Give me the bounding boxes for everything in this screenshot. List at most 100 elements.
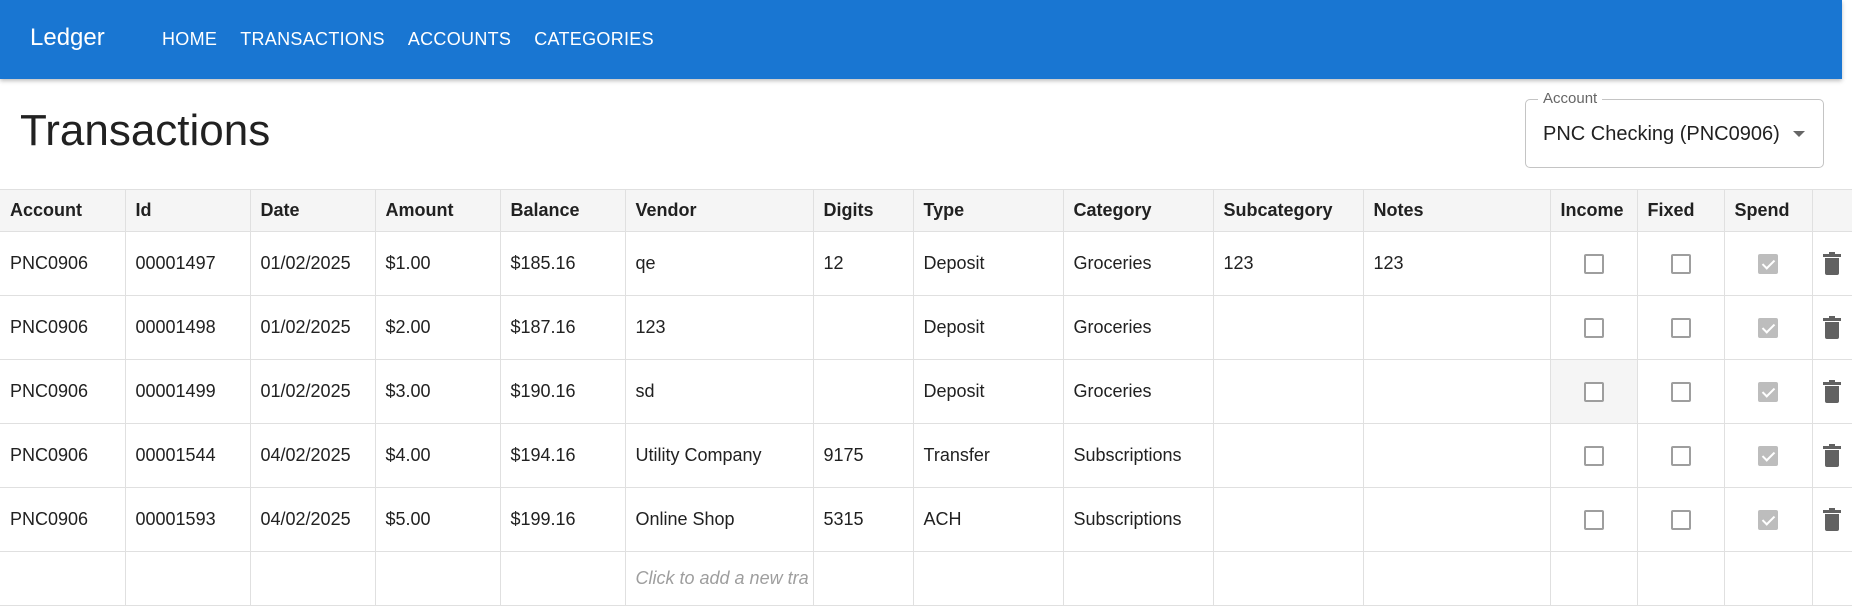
table-row[interactable]: PNC0906 00001497 01/02/2025 $1.00 $185.16 qe 1… xyxy=(0,231,1852,296)
income-checkbox[interactable] xyxy=(1583,446,1604,467)
column-header-amount[interactable]: Amount xyxy=(375,189,501,232)
column-header-balance[interactable]: Balance xyxy=(500,189,626,232)
cell-amount[interactable]: $5.00 xyxy=(375,487,501,552)
column-header-category[interactable]: Category xyxy=(1063,189,1214,232)
cell-type[interactable]: Deposit xyxy=(913,359,1064,424)
income-checkbox[interactable] xyxy=(1583,510,1604,531)
column-header-type[interactable]: Type xyxy=(913,189,1064,232)
column-header-spend[interactable]: Spend xyxy=(1724,189,1813,232)
cell-notes[interactable] xyxy=(1363,423,1551,488)
column-header-notes[interactable]: Notes xyxy=(1363,189,1551,232)
fixed-checkbox[interactable] xyxy=(1670,254,1691,275)
column-header-digits[interactable]: Digits xyxy=(813,189,914,232)
trash-icon[interactable] xyxy=(1823,315,1841,340)
cell-date[interactable]: 01/02/2025 xyxy=(250,359,376,424)
cell-vendor[interactable]: 123 xyxy=(625,295,814,360)
cell-amount[interactable]: $1.00 xyxy=(375,231,501,296)
app-title[interactable]: Ledger xyxy=(30,24,105,52)
cell-type[interactable]: Deposit xyxy=(913,295,1064,360)
column-header-income[interactable]: Income xyxy=(1550,189,1638,232)
cell-digits[interactable] xyxy=(813,359,914,424)
trash-icon[interactable] xyxy=(1823,379,1841,404)
cell-vendor[interactable]: Utility Company xyxy=(625,423,814,488)
cell-account[interactable]: PNC0906 xyxy=(0,487,126,552)
cell-subcategory[interactable] xyxy=(1213,423,1364,488)
column-header-id[interactable]: Id xyxy=(125,189,251,232)
cell-subcategory[interactable]: 123 xyxy=(1213,231,1364,296)
cell-balance[interactable]: $187.16 xyxy=(500,295,626,360)
cell-date[interactable]: 04/02/2025 xyxy=(250,423,376,488)
cell-id[interactable]: 00001544 xyxy=(125,423,251,488)
column-header-account[interactable]: Account xyxy=(0,189,126,232)
fixed-checkbox[interactable] xyxy=(1670,382,1691,403)
cell-vendor[interactable]: Online Shop xyxy=(625,487,814,552)
column-header-date[interactable]: Date xyxy=(250,189,376,232)
cell-amount[interactable]: $3.00 xyxy=(375,359,501,424)
cell-notes[interactable] xyxy=(1363,359,1551,424)
cell-subcategory[interactable] xyxy=(1213,359,1364,424)
cell-balance[interactable]: $199.16 xyxy=(500,487,626,552)
cell-account[interactable]: PNC0906 xyxy=(0,359,126,424)
nav-home[interactable]: HOME xyxy=(162,29,217,50)
add-transaction-placeholder[interactable]: Click to add a new tra xyxy=(625,551,814,606)
cell-digits[interactable]: 9175 xyxy=(813,423,914,488)
column-header-subcategory[interactable]: Subcategory xyxy=(1213,189,1364,232)
cell-category[interactable]: Groceries xyxy=(1063,359,1214,424)
cell-category[interactable]: Subscriptions xyxy=(1063,423,1214,488)
nav-accounts[interactable]: ACCOUNTS xyxy=(408,29,511,50)
cell-amount[interactable]: $4.00 xyxy=(375,423,501,488)
trash-icon[interactable] xyxy=(1823,251,1841,276)
nav-transactions[interactable]: TRANSACTIONS xyxy=(240,29,385,50)
cell-digits[interactable]: 5315 xyxy=(813,487,914,552)
cell-date[interactable]: 01/02/2025 xyxy=(250,231,376,296)
cell-account[interactable]: PNC0906 xyxy=(0,295,126,360)
income-checkbox[interactable] xyxy=(1583,318,1604,339)
spend-checkbox[interactable] xyxy=(1758,318,1778,339)
column-header-fixed[interactable]: Fixed xyxy=(1637,189,1725,232)
cell-id[interactable]: 00001497 xyxy=(125,231,251,296)
table-row[interactable]: PNC0906 00001593 04/02/2025 $5.00 $199.16 Onl… xyxy=(0,487,1852,552)
fixed-checkbox[interactable] xyxy=(1670,318,1691,339)
cell-balance[interactable]: $185.16 xyxy=(500,231,626,296)
trash-icon[interactable] xyxy=(1823,443,1841,468)
table-row[interactable]: PNC0906 00001498 01/02/2025 $2.00 $187.16 123… xyxy=(0,295,1852,360)
cell-amount[interactable]: $2.00 xyxy=(375,295,501,360)
cell-notes[interactable] xyxy=(1363,487,1551,552)
cell-type[interactable]: ACH xyxy=(913,487,1064,552)
cell-balance[interactable]: $194.16 xyxy=(500,423,626,488)
cell-category[interactable]: Groceries xyxy=(1063,295,1214,360)
trash-icon[interactable] xyxy=(1823,507,1841,532)
account-select[interactable]: Account PNC Checking (PNC0906) xyxy=(1525,90,1824,168)
cell-id[interactable]: 00001499 xyxy=(125,359,251,424)
cell-account[interactable]: PNC0906 xyxy=(0,231,126,296)
cell-id[interactable]: 00001498 xyxy=(125,295,251,360)
cell-type[interactable]: Deposit xyxy=(913,231,1064,296)
cell-vendor[interactable]: sd xyxy=(625,359,814,424)
nav-categories[interactable]: CATEGORIES xyxy=(534,29,654,50)
cell-digits[interactable] xyxy=(813,295,914,360)
cell-subcategory[interactable] xyxy=(1213,295,1364,360)
cell-date[interactable]: 01/02/2025 xyxy=(250,295,376,360)
income-checkbox[interactable] xyxy=(1583,382,1604,403)
cell-balance[interactable]: $190.16 xyxy=(500,359,626,424)
cell-category[interactable]: Subscriptions xyxy=(1063,487,1214,552)
cell-category[interactable]: Groceries xyxy=(1063,231,1214,296)
cell-digits[interactable]: 12 xyxy=(813,231,914,296)
spend-checkbox[interactable] xyxy=(1758,382,1778,403)
add-transaction-row[interactable]: Click to add a new tra xyxy=(0,551,1852,606)
cell-date[interactable]: 04/02/2025 xyxy=(250,487,376,552)
cell-vendor[interactable]: qe xyxy=(625,231,814,296)
fixed-checkbox[interactable] xyxy=(1670,446,1691,467)
cell-subcategory[interactable] xyxy=(1213,487,1364,552)
spend-checkbox[interactable] xyxy=(1758,254,1778,275)
cell-type[interactable]: Transfer xyxy=(913,423,1064,488)
income-checkbox[interactable] xyxy=(1583,254,1604,275)
spend-checkbox[interactable] xyxy=(1758,446,1778,467)
table-row[interactable]: PNC0906 00001499 01/02/2025 $3.00 $190.16 sd D… xyxy=(0,359,1852,424)
fixed-checkbox[interactable] xyxy=(1670,510,1691,531)
cell-notes[interactable] xyxy=(1363,295,1551,360)
spend-checkbox[interactable] xyxy=(1758,510,1778,531)
column-header-vendor[interactable]: Vendor xyxy=(625,189,814,232)
cell-id[interactable]: 00001593 xyxy=(125,487,251,552)
table-row[interactable]: PNC0906 00001544 04/02/2025 $4.00 $194.16 Uti… xyxy=(0,423,1852,488)
